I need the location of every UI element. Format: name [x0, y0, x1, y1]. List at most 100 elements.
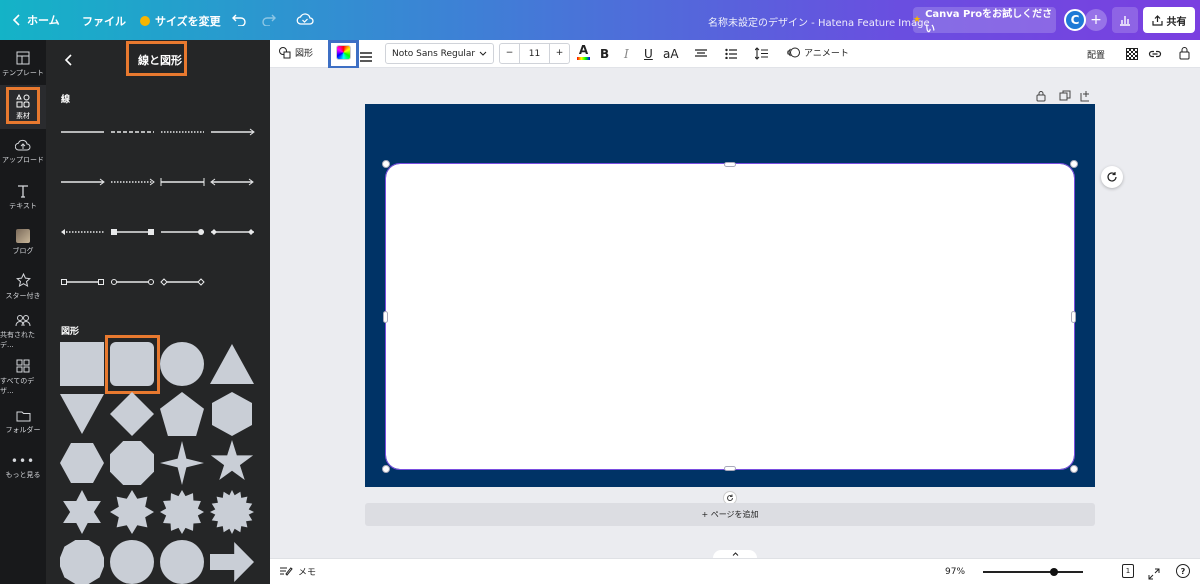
rail-item-blog[interactable]: ブログ — [0, 220, 46, 264]
transparency-button[interactable] — [1126, 48, 1138, 60]
resize-handle-top-right[interactable] — [1070, 160, 1078, 168]
letter-case-button[interactable]: aA — [663, 47, 679, 61]
rail-item-all-designs[interactable]: すべてのデザ... — [0, 355, 46, 399]
rounded-rectangle-element[interactable] — [385, 163, 1075, 470]
add-collaborator-button[interactable]: + — [1085, 9, 1107, 31]
animate-button[interactable]: アニメート — [787, 46, 849, 59]
seal-shape[interactable] — [110, 540, 154, 584]
pentagon-shape[interactable] — [160, 392, 204, 436]
design-page[interactable] — [365, 104, 1095, 487]
rail-item-template[interactable]: テンプレート — [0, 42, 46, 86]
share-button[interactable]: 共有 — [1143, 7, 1195, 33]
fullscreen-button[interactable] — [1148, 565, 1160, 584]
home-label: ホーム — [27, 14, 60, 27]
panel-back-button[interactable] — [64, 52, 74, 71]
file-menu[interactable]: ファイル — [82, 13, 126, 29]
link-button[interactable] — [1148, 47, 1162, 59]
align-button[interactable] — [695, 49, 707, 59]
rail-label: すべてのデザ... — [0, 376, 35, 395]
font-size-increase[interactable]: + — [549, 44, 569, 63]
rail-item-upload[interactable]: アップロード — [0, 130, 46, 174]
rail-item-starred[interactable]: スター付き — [0, 265, 46, 309]
four-point-star-shape[interactable] — [160, 441, 204, 485]
border-style-button[interactable] — [360, 48, 372, 67]
zoom-value[interactable]: 97% — [945, 567, 965, 577]
line-styles-row-3[interactable] — [60, 225, 258, 239]
insights-button[interactable] — [1112, 7, 1138, 33]
shapes-icon — [279, 47, 291, 59]
vertical-scrollbar[interactable] — [1193, 68, 1200, 558]
inverted-triangle-shape[interactable] — [60, 394, 104, 434]
rail-label: テンプレート — [2, 68, 44, 77]
show-pages-toggle[interactable] — [713, 550, 757, 558]
triangle-shape[interactable] — [210, 344, 254, 384]
italic-button[interactable]: I — [624, 47, 629, 61]
six-point-star-shape[interactable] — [63, 490, 101, 534]
arrow-right-shape[interactable] — [210, 542, 254, 582]
fill-color-highlight — [328, 40, 359, 69]
chevron-left-icon — [64, 54, 72, 66]
notes-button[interactable]: メモ — [280, 565, 316, 578]
spacing-button[interactable] — [755, 47, 768, 60]
zoom-slider[interactable] — [983, 568, 1083, 576]
line-styles-row-1[interactable] — [60, 125, 258, 139]
lines-heading: 線 — [61, 95, 71, 105]
align-center-icon — [695, 49, 707, 57]
lock-button[interactable] — [1179, 46, 1190, 60]
shape-type-button[interactable]: 図形 — [278, 46, 313, 59]
rail-label: スター付き — [5, 292, 41, 300]
rail-item-text[interactable]: テキスト — [0, 175, 46, 219]
font-size-decrease[interactable]: − — [500, 44, 520, 63]
resize-handle-bottom-right[interactable] — [1070, 465, 1078, 473]
font-size-value[interactable]: 11 — [520, 49, 549, 59]
add-page-button[interactable]: + ページを追加 — [365, 503, 1095, 526]
position-button[interactable]: 配置 — [1087, 48, 1105, 61]
resize-handle-right[interactable] — [1071, 311, 1076, 323]
file-label: ファイル — [82, 15, 126, 28]
canvas-area: + ページを追加 — [270, 68, 1200, 558]
hexagon-shape[interactable] — [212, 392, 252, 436]
scalloped-circle-shape[interactable] — [160, 540, 204, 584]
rotate-button[interactable] — [1101, 166, 1123, 188]
try-pro-button[interactable]: ★ Canva Proをお試しください — [913, 7, 1056, 35]
resize-handle-top[interactable] — [724, 162, 736, 167]
font-family-select[interactable]: Noto Sans Regular — [385, 43, 494, 64]
zoom-slider-thumb[interactable] — [1050, 568, 1058, 576]
avatar-initial: C — [1070, 13, 1080, 27]
line-styles-row-2[interactable] — [60, 175, 258, 189]
bold-button[interactable]: B — [600, 47, 609, 61]
horizontal-hexagon-shape[interactable] — [60, 443, 104, 483]
resize-handle-bottom-left[interactable] — [382, 465, 390, 473]
bar-chart-icon — [1120, 16, 1130, 26]
list-button[interactable] — [725, 48, 737, 59]
home-button[interactable]: ホーム — [12, 12, 60, 28]
page-count-button[interactable]: 1 — [1122, 564, 1134, 578]
cloud-save-button[interactable] — [296, 12, 314, 26]
rail-item-shared[interactable]: 共有されたデ... — [0, 310, 46, 354]
resize-handle-top-left[interactable] — [382, 160, 390, 168]
burst-16-shape[interactable] — [210, 490, 254, 534]
five-point-star-shape[interactable] — [210, 440, 254, 481]
rail-item-more[interactable]: ••• もっと見る — [0, 445, 46, 489]
square-shape[interactable] — [60, 342, 104, 386]
help-button[interactable]: ? — [1176, 564, 1190, 578]
resize-handle-left[interactable] — [383, 311, 388, 323]
rotate-icon — [1107, 172, 1117, 182]
document-title[interactable]: 名称未設定のデザイン - Hatena Feature Image — [708, 14, 930, 29]
decagon-shape[interactable] — [60, 540, 104, 584]
burst-12-shape[interactable] — [160, 490, 204, 534]
eight-point-star-shape[interactable] — [110, 490, 154, 534]
add-page-icon — [1080, 91, 1089, 102]
resize-button[interactable]: サイズを変更 — [140, 13, 221, 29]
rail-item-folder[interactable]: フォルダー — [0, 400, 46, 444]
underline-button[interactable]: U — [644, 47, 653, 61]
octagon-shape[interactable] — [110, 441, 154, 485]
undo-button[interactable] — [232, 12, 246, 26]
resize-handle-bottom[interactable] — [724, 466, 736, 471]
avatar[interactable]: C — [1064, 9, 1086, 31]
redo-button[interactable] — [262, 12, 276, 26]
diamond-shape[interactable] — [110, 392, 154, 436]
line-styles-row-4[interactable] — [60, 275, 258, 289]
text-color-button[interactable]: A — [577, 44, 590, 60]
circle-shape[interactable] — [160, 342, 204, 386]
